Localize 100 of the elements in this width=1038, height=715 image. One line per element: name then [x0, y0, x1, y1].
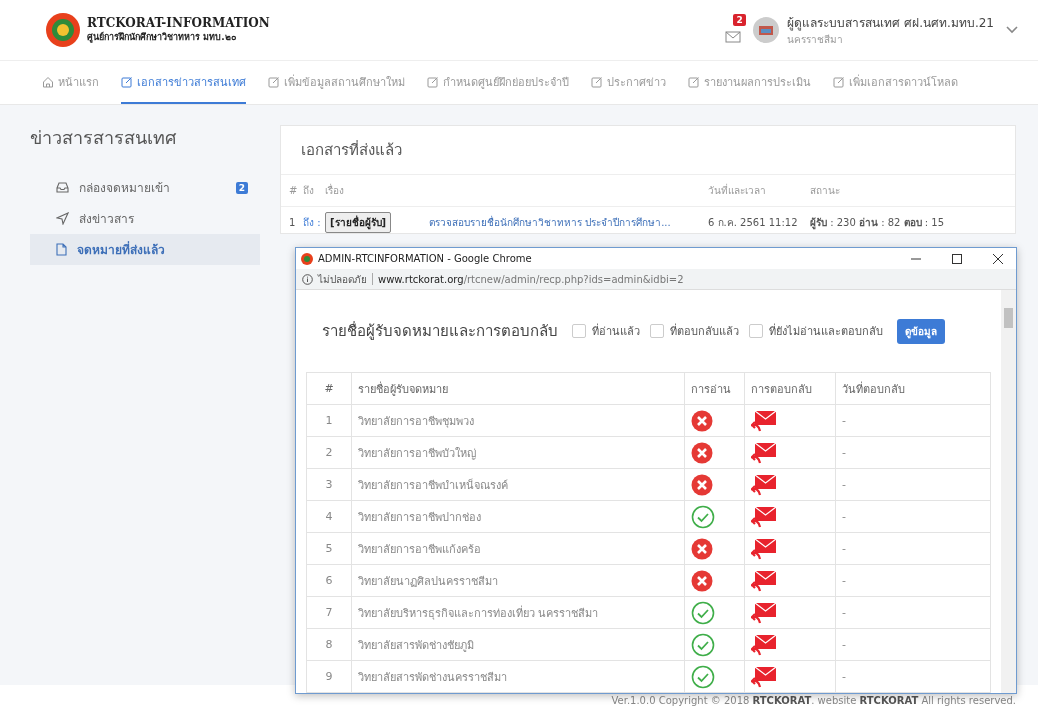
- reply-date: -: [835, 564, 991, 597]
- filter-label: ที่ตอบกลับแล้ว: [670, 322, 739, 340]
- envelope-reply-icon: [751, 633, 777, 656]
- row-index: 3: [306, 468, 352, 501]
- maximize-icon[interactable]: [952, 253, 962, 264]
- row-index: 1: [306, 404, 352, 437]
- url-path[interactable]: /rtcnew/admin/recp.php?ids=admin&idbi=2: [463, 273, 684, 285]
- url-host[interactable]: www.rtckorat.org: [378, 273, 464, 285]
- reply-date: -: [835, 532, 991, 565]
- filter-label: ที่ยังไม่อ่านและตอบกลับ: [769, 322, 883, 340]
- filter-label: ที่อ่านแล้ว: [592, 322, 640, 340]
- column-header: วันที่และเวลา: [708, 183, 767, 198]
- mail-count-badge: 2: [733, 14, 746, 26]
- filter-checkbox[interactable]: [749, 324, 763, 338]
- file-icon: [56, 243, 67, 256]
- reply-date: -: [835, 660, 991, 693]
- column-header: การอ่าน: [684, 372, 745, 405]
- recipient-name: วิทยาลัยนาฏศิลปนครราชสีมา: [351, 564, 685, 597]
- info-icon: [302, 273, 313, 285]
- avatar-icon[interactable]: [753, 17, 780, 43]
- envelope-reply-icon: [751, 473, 777, 496]
- scrollbar[interactable]: [1001, 290, 1016, 693]
- brand-title: RTCKORAT-INFORMATION: [87, 16, 270, 30]
- home-icon: [42, 75, 54, 88]
- row-index: 6: [306, 564, 352, 597]
- sidebar-item-label: ส่งข่าวสาร: [79, 211, 135, 228]
- nav-tab-label: เอกสารข่าวสารสนเทศ: [137, 74, 246, 91]
- sidebar-item-label: จดหมายที่ส่งแล้ว: [77, 240, 166, 259]
- column-header: สถานะ: [810, 184, 841, 198]
- recipient-name: วิทยาลัยการอาชีพแก้งคร้อ: [351, 532, 685, 565]
- inbox-icon: [56, 182, 69, 193]
- filter-checkbox[interactable]: [650, 324, 664, 338]
- footer-copyright: Ver.1.0.0 Copyright © 2018 RTCKORAT. website RTCKORAT All rights reserved.: [611, 694, 1016, 706]
- row-index: 4: [306, 500, 352, 533]
- sidebar-title: ข่าวสารสารสนเทศ: [30, 126, 177, 150]
- recipient-name: วิทยาลัยการอาชีพชุมพวง: [351, 404, 685, 437]
- subject-link[interactable]: ตรวจสอบรายชื่อนักศึกษาวิชาทหาร ประจำปีการศึกษา...: [429, 215, 704, 230]
- column-header: เรื่อง: [325, 183, 345, 198]
- sidebar-item[interactable]: ส่งข่าวสาร: [30, 203, 260, 234]
- nav-tab[interactable]: หน้าแรก: [42, 61, 99, 104]
- reply-date: -: [835, 628, 991, 661]
- envelope-reply-icon: [751, 409, 777, 432]
- column-header: #: [306, 372, 352, 405]
- nav-tab-label: รายงานผลการประเมิน: [704, 74, 811, 91]
- envelope-reply-icon: [751, 665, 777, 688]
- sidebar-item[interactable]: จดหมายที่ส่งแล้ว: [30, 234, 260, 265]
- row-index: 9: [306, 660, 352, 693]
- card-title: เอกสารที่ส่งแล้ว: [281, 126, 1015, 175]
- column-header: วันที่ตอบกลับ: [835, 372, 991, 405]
- count-badge: 2: [235, 181, 248, 194]
- close-icon[interactable]: [993, 253, 1003, 264]
- row-index: 5: [306, 532, 352, 565]
- row-index: 7: [306, 596, 352, 629]
- nav-tab-label: เพิ่มข้อมูลสถานศึกษาใหม่: [284, 73, 405, 91]
- view-data-button[interactable]: ดูข้อมูล: [897, 318, 945, 344]
- edit-icon: [688, 75, 700, 88]
- column-header: รายชื่อผู้รับจดหมาย: [351, 372, 685, 405]
- chevron-down-icon[interactable]: [1006, 26, 1018, 34]
- envelope-reply-icon: [751, 505, 777, 528]
- nav-tab[interactable]: ประกาศข่าว: [591, 61, 666, 104]
- column-header: #: [289, 185, 299, 196]
- user-location: นครราชสีมา: [787, 33, 845, 47]
- recipient-name: วิทยาลัยการอาชีพบัวใหญ่: [351, 436, 685, 469]
- filter-checkbox[interactable]: [572, 324, 586, 338]
- column-header: การตอบกลับ: [744, 372, 836, 405]
- nav-tab-label: กำหนดศูนย์ฝึกย่อยประจำปี: [443, 74, 569, 91]
- nav-tab[interactable]: รายงานผลการประเมิน: [688, 61, 811, 104]
- nav-tab[interactable]: เพิ่มข้อมูลสถานศึกษาใหม่: [268, 61, 405, 104]
- recipient-name: วิทยาลัยการอาชีพบำเหน็จณรงค์: [351, 468, 685, 501]
- envelope-reply-icon: [751, 569, 777, 592]
- sidebar-item-label: กล่องจดหมายเข้า: [79, 180, 171, 197]
- reply-date: -: [835, 500, 991, 533]
- envelope-reply-icon: [751, 441, 777, 464]
- brand-subtitle: ศูนย์การฝึกนักศึกษาวิชาทหาร มทบ.๒๐: [87, 30, 237, 44]
- envelope-reply-icon: [751, 601, 777, 624]
- window-title: ADMIN-RTCINFORMATION - Google Chrome: [318, 253, 532, 264]
- row-index: 8: [306, 628, 352, 661]
- recipient-name: วิทยาลัยสารพัดช่างชัยภูมิ: [351, 628, 685, 661]
- reply-date: -: [835, 404, 991, 437]
- sidebar-item[interactable]: กล่องจดหมายเข้า 2: [30, 172, 260, 203]
- status-text: ผู้รับ : 230 อ่าน : 82 ตอบ : 15: [810, 216, 946, 230]
- recipient-name: วิทยาลัยสารพัดช่างนครราชสีมา: [351, 660, 685, 693]
- nav-tab-label: เพิ่มเอกสารดาวน์โหลด: [849, 73, 958, 91]
- nav-tab[interactable]: กำหนดศูนย์ฝึกย่อยประจำปี: [427, 61, 569, 104]
- mail-icon[interactable]: [725, 31, 742, 43]
- recipient-name: วิทยาลัยการอาชีพปากช่อง: [351, 500, 685, 533]
- date-time: 6 ก.ค. 2561 11:12: [708, 216, 799, 230]
- send-icon: [56, 212, 69, 225]
- row-index: 2: [306, 436, 352, 469]
- recipient-name: วิทยาลัยบริหารธุรกิจและการท่องเที่ยว นครราชสีมา: [351, 596, 685, 629]
- nav-tab[interactable]: เพิ่มเอกสารดาวน์โหลด: [833, 61, 958, 104]
- envelope-reply-icon: [751, 537, 777, 560]
- recipients-button[interactable]: [รายชื่อผู้รับ]: [325, 212, 392, 233]
- reply-date: -: [835, 468, 991, 501]
- reply-date: -: [835, 596, 991, 629]
- nav-tab-label: หน้าแรก: [58, 74, 99, 91]
- row-index: 1: [289, 217, 297, 228]
- nav-tab-label: ประกาศข่าว: [607, 74, 666, 91]
- edit-icon: [833, 75, 845, 88]
- to-label: ถึง :: [303, 216, 321, 230]
